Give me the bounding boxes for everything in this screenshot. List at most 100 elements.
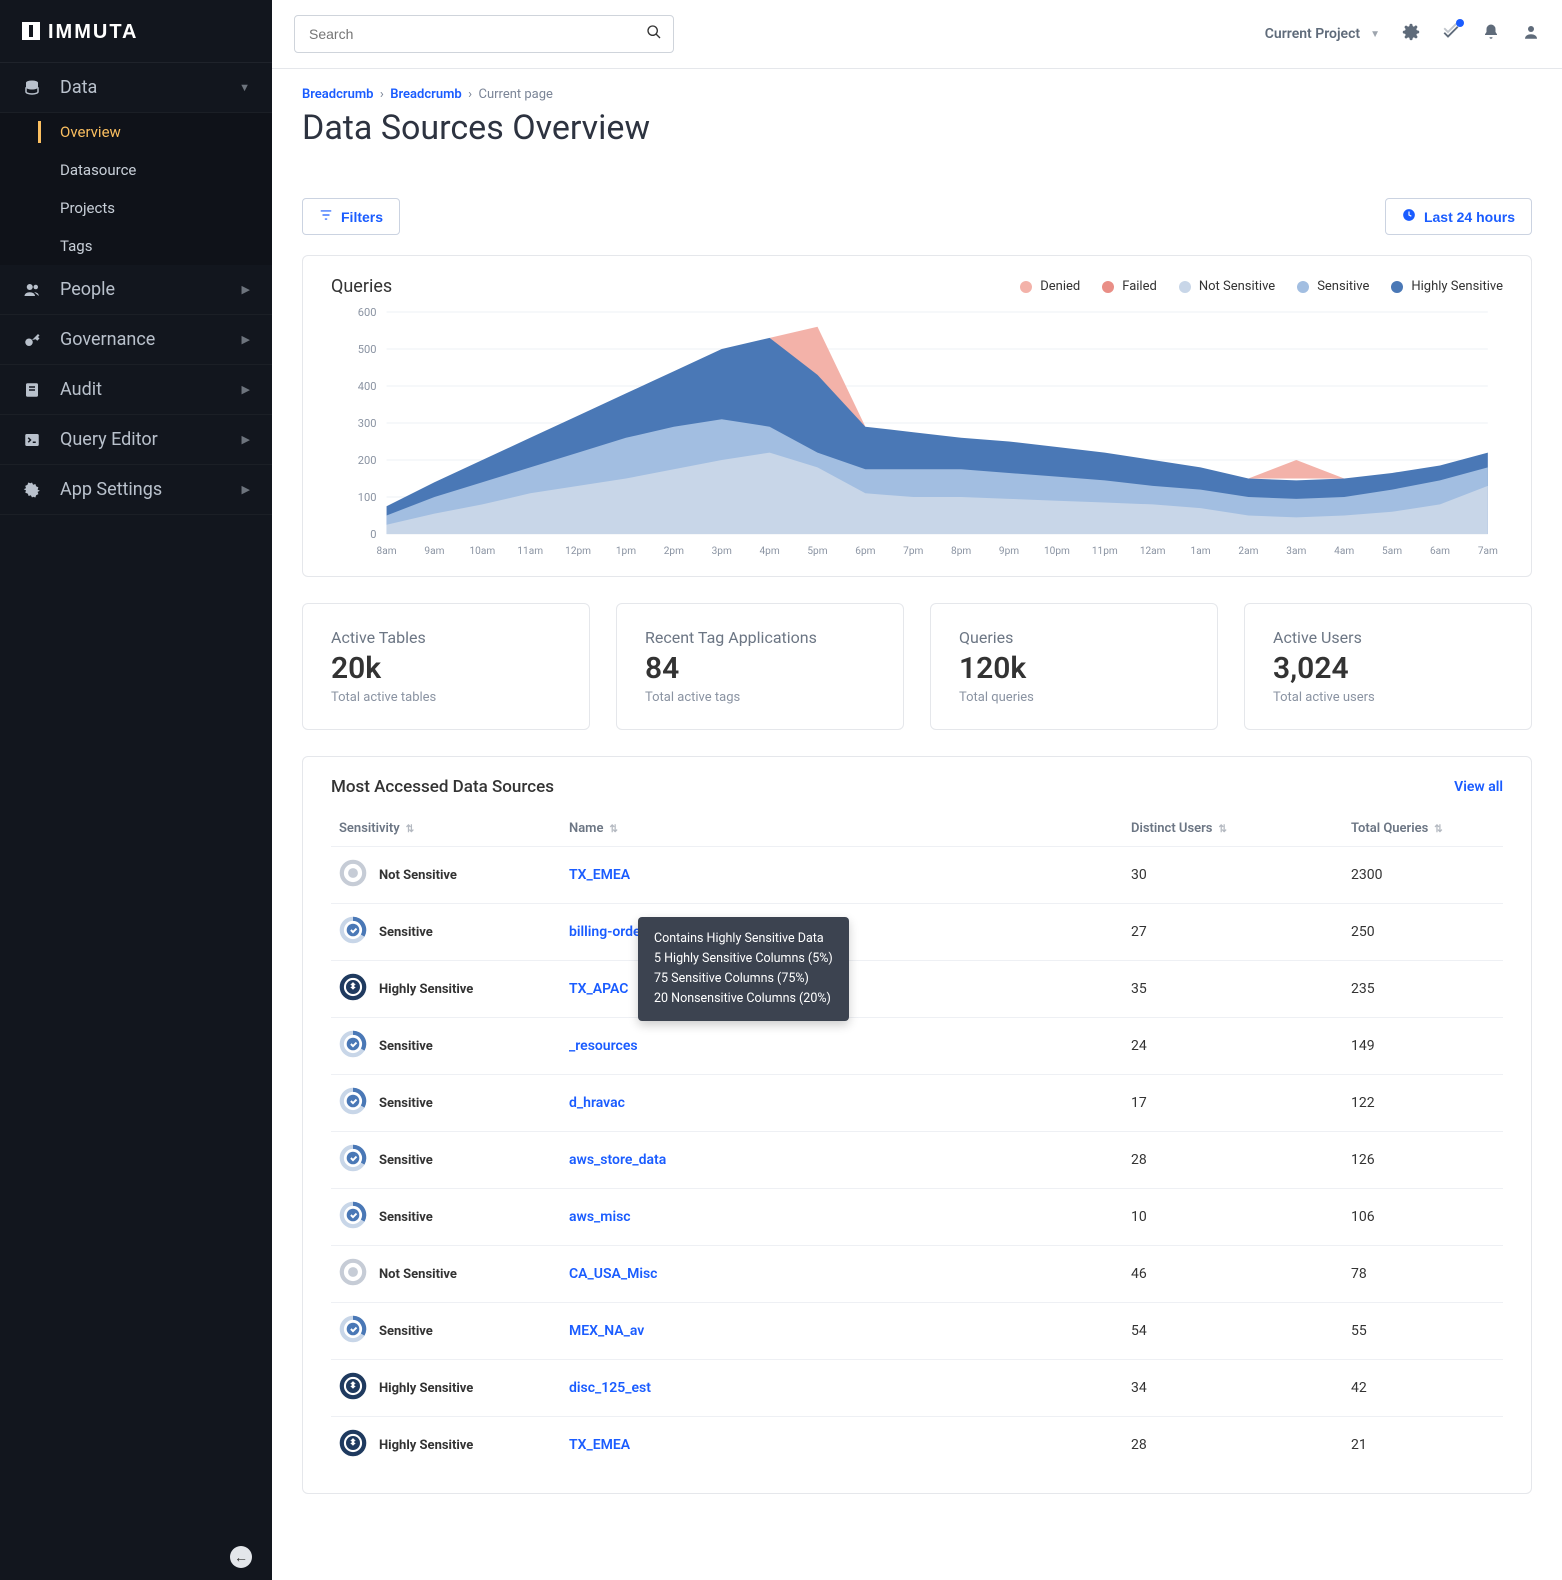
table-row[interactable]: Sensitive _resources 24 149 — [331, 1018, 1503, 1075]
sensitivity-icon — [339, 1087, 367, 1119]
sidebar-subitem-projects[interactable]: Projects — [0, 189, 272, 227]
total-queries: 250 — [1343, 904, 1503, 961]
gear-icon — [22, 481, 42, 499]
sidebar-item-query-editor[interactable]: Query Editor ▶ — [0, 415, 272, 465]
table-row[interactable]: Sensitive MEX_NA_av 54 55 — [331, 1303, 1503, 1360]
sidebar-subitem-tags[interactable]: Tags — [0, 227, 272, 265]
table-row[interactable]: Sensitive d_hravac 17 122 — [331, 1075, 1503, 1132]
svg-text:4pm: 4pm — [760, 546, 780, 557]
table-row[interactable]: Highly Sensitive TX_APAC 35 235 — [331, 961, 1503, 1018]
terminal-icon — [22, 431, 42, 449]
total-queries: 55 — [1343, 1303, 1503, 1360]
collapse-sidebar-button[interactable]: ← — [230, 1546, 252, 1568]
filters-label: Filters — [341, 209, 383, 225]
filters-button[interactable]: Filters — [302, 198, 400, 235]
table-row[interactable]: Not Sensitive CA_USA_Misc 46 78 — [331, 1246, 1503, 1303]
breadcrumb-link[interactable]: Breadcrumb — [302, 87, 373, 102]
datasource-link[interactable]: d_hravac — [569, 1095, 625, 1111]
sensitivity-label: Sensitive — [379, 1153, 433, 1168]
svg-text:0: 0 — [370, 528, 376, 541]
sensitivity-label: Sensitive — [379, 1210, 433, 1225]
svg-text:400: 400 — [358, 380, 377, 393]
people-icon — [22, 281, 42, 299]
table-row[interactable]: Sensitive aws_misc 10 106 — [331, 1189, 1503, 1246]
stat-subtitle: Total active tables — [331, 690, 561, 705]
sort-queries[interactable]: ⇅ — [1434, 824, 1442, 835]
approvals-button[interactable] — [1442, 23, 1460, 46]
svg-text:IMMUTA: IMMUTA — [48, 21, 139, 42]
sort-sensitivity[interactable]: ⇅ — [406, 824, 414, 835]
total-queries: 78 — [1343, 1246, 1503, 1303]
svg-text:8am: 8am — [377, 546, 397, 557]
table-row[interactable]: Highly Sensitive TX_EMEA 28 21 — [331, 1417, 1503, 1474]
datasource-link[interactable]: TX_EMEA — [569, 1437, 630, 1453]
total-queries: 126 — [1343, 1132, 1503, 1189]
svg-text:300: 300 — [358, 417, 377, 430]
key-icon — [22, 331, 42, 349]
sensitivity-icon — [339, 1201, 367, 1233]
sidebar-subitem-datasource[interactable]: Datasource — [0, 151, 272, 189]
sidebar-item-app-settings[interactable]: App Settings ▶ — [0, 465, 272, 515]
notifications-button[interactable] — [1482, 23, 1500, 46]
total-queries: 122 — [1343, 1075, 1503, 1132]
timerange-button[interactable]: Last 24 hours — [1385, 198, 1532, 235]
stat-value: 20k — [331, 651, 561, 686]
sidebar: IMMUTA Data ▼ Overview Datasource Projec… — [0, 0, 272, 1580]
datasource-link[interactable]: TX_APAC — [569, 981, 628, 997]
distinct-users: 30 — [1123, 847, 1343, 904]
datasource-link[interactable]: aws_store_data — [569, 1152, 666, 1168]
sensitivity-icon — [339, 1315, 367, 1347]
sensitivity-icon — [339, 1144, 367, 1176]
sidebar-item-label: Audit — [60, 379, 102, 400]
table-row[interactable]: Sensitive aws_store_data 28 126 — [331, 1132, 1503, 1189]
datasource-link[interactable]: CA_USA_Misc — [569, 1266, 657, 1282]
datasource-link[interactable]: aws_misc — [569, 1209, 631, 1225]
sidebar-item-data[interactable]: Data ▼ — [0, 63, 272, 113]
sidebar-item-label: Query Editor — [60, 429, 158, 450]
svg-text:5pm: 5pm — [807, 546, 827, 557]
datasource-link[interactable]: MEX_NA_av — [569, 1323, 644, 1339]
datasource-link[interactable]: _resources — [569, 1038, 638, 1054]
sensitivity-label: Sensitive — [379, 1096, 433, 1111]
svg-text:8pm: 8pm — [951, 546, 971, 557]
notification-dot — [1456, 19, 1464, 27]
sidebar-item-audit[interactable]: Audit ▶ — [0, 365, 272, 415]
breadcrumb-link[interactable]: Breadcrumb — [390, 87, 461, 102]
svg-text:6pm: 6pm — [855, 546, 875, 557]
svg-text:6am: 6am — [1430, 546, 1450, 557]
settings-button[interactable] — [1402, 23, 1420, 46]
stat-subtitle: Total queries — [959, 690, 1189, 705]
table-row[interactable]: Highly Sensitive disc_125_est 34 42 — [331, 1360, 1503, 1417]
svg-text:10pm: 10pm — [1044, 546, 1070, 557]
view-all-link[interactable]: View all — [1454, 779, 1503, 795]
stat-subtitle: Total active tags — [645, 690, 875, 705]
total-queries: 2300 — [1343, 847, 1503, 904]
stat-title: Recent Tag Applications — [645, 628, 875, 647]
sort-users[interactable]: ⇅ — [1219, 824, 1227, 835]
user-menu-button[interactable] — [1522, 23, 1540, 46]
sensitivity-icon — [339, 916, 367, 948]
chevron-right-icon: ▶ — [242, 433, 250, 446]
sensitivity-label: Not Sensitive — [379, 1267, 457, 1282]
page-title: Data Sources Overview — [302, 108, 1532, 148]
svg-text:5am: 5am — [1382, 546, 1402, 557]
svg-text:1am: 1am — [1191, 546, 1211, 557]
sidebar-subitem-overview[interactable]: Overview — [0, 113, 272, 151]
sidebar-item-governance[interactable]: Governance ▶ — [0, 315, 272, 365]
distinct-users: 28 — [1123, 1132, 1343, 1189]
table-row[interactable]: Sensitive billing-orders 27 250 — [331, 904, 1503, 961]
current-project-selector[interactable]: Current Project ▼ — [1265, 26, 1380, 42]
datasource-link[interactable]: disc_125_est — [569, 1380, 651, 1396]
stat-title: Queries — [959, 628, 1189, 647]
stat-card: Queries 120k Total queries — [930, 603, 1218, 730]
search-input[interactable] — [294, 15, 674, 53]
chevron-right-icon: ▶ — [242, 483, 250, 496]
search-icon[interactable] — [646, 24, 662, 44]
datasource-link[interactable]: TX_EMEA — [569, 867, 630, 883]
sidebar-item-people[interactable]: People ▶ — [0, 265, 272, 315]
sensitivity-icon — [339, 859, 367, 891]
table-row[interactable]: Not Sensitive TX_EMEA 30 2300 — [331, 847, 1503, 904]
chart-title: Queries — [331, 276, 392, 297]
sort-name[interactable]: ⇅ — [609, 824, 617, 835]
total-queries: 21 — [1343, 1417, 1503, 1474]
